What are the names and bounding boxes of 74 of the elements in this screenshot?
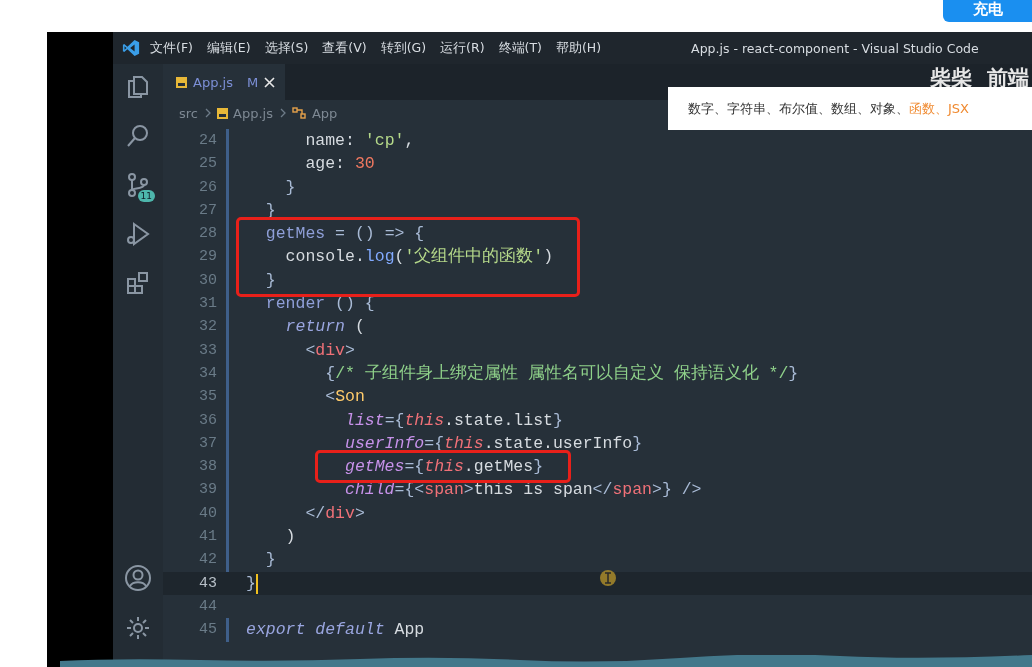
editor-tab[interactable]: App.js M [163,64,286,100]
line-number: 36 [198,410,218,431]
account-icon[interactable] [124,564,152,592]
code-line: </div> [304,502,365,525]
menu-item[interactable]: 选择(S) [264,39,309,57]
line-number: 42 [198,550,218,571]
line-number: 30 [198,270,218,291]
text-caret [255,573,258,594]
code-line: <Son [324,386,365,409]
logo-icon [122,39,140,57]
code-line: age: 30 [304,153,375,176]
menu-item[interactable]: 运行(R) [440,39,485,57]
class-icon [291,106,307,120]
line-number: 33 [198,340,218,361]
line-number: 45 [198,620,218,641]
line-number: 27 [198,200,218,221]
line-number: 29 [198,247,218,268]
code-line: } [246,572,256,595]
code-line: export default App [246,619,425,642]
tab-label: App.js [193,74,233,90]
caption-text: 数字、字符串、布尔值、数组、对象、 [688,99,909,118]
breadcrumb-item[interactable]: App.js [233,105,273,121]
code-line: return ( [284,316,365,339]
line-number: 41 [198,527,218,548]
code-line: } [264,549,276,572]
code-line: } [284,176,296,199]
search-icon[interactable] [125,123,151,149]
code-line: console.log('父组件中的函数') [284,246,554,269]
line-number: 28 [198,224,218,245]
menu-item[interactable]: 终端(T) [498,39,542,57]
chevron-icon [279,108,287,118]
line-number: 25 [198,154,218,175]
line-number: 34 [198,363,218,384]
code-line: } [264,269,276,292]
code-line: getMes={this.getMes} [344,456,544,479]
code-line: name: 'cp', [304,130,415,152]
line-number: 38 [198,457,218,478]
chevron-icon [205,108,212,118]
line-number: 31 [198,294,218,315]
modified-status: M [246,74,259,90]
code-line: getMes = () => { [264,223,425,246]
js-file-icon [176,76,187,88]
code-line: ) [284,526,296,549]
code-line: list={this.state.list} [344,409,563,432]
line-number: 39 [198,480,218,501]
menu-item[interactable]: 编辑(E) [206,39,251,57]
js-file-icon [217,107,228,119]
source-control-icon[interactable] [125,172,151,198]
line-number: 24 [198,131,218,151]
close-icon[interactable] [264,76,276,88]
files-icon[interactable] [125,74,151,100]
line-number: 35 [198,387,218,408]
breadcrumb-item[interactable]: src [179,105,198,121]
count-badge: 11 [137,190,155,202]
channel-logo: 柴柴 前端 [930,65,1029,92]
menu-item[interactable]: 帮助(H) [555,39,602,57]
caption-highlight: 函数、JSX [909,99,969,118]
menu-item[interactable]: 文件(F) [150,39,193,57]
code-line: child={<span>this is span</span>} /> [344,479,702,502]
line-number: 26 [198,177,218,198]
line-number: 40 [198,503,218,524]
window-title: App.js - react-component - Visual Studio Code [691,40,979,56]
menu-item[interactable]: 转到(G) [380,39,427,57]
breadcrumb-item[interactable]: App [311,105,338,121]
menu-item[interactable]: 查看(V) [322,39,367,57]
line-number: 43 [198,573,218,594]
line-number: 44 [198,596,218,617]
line-number: 32 [198,317,218,338]
run-debug-icon[interactable] [125,221,151,247]
line-number: 37 [198,433,218,454]
code-line: {/* 子组件身上绑定属性 属性名可以自定义 保持语义化 */} [324,362,799,385]
settings-icon[interactable] [125,615,151,641]
code-line: <div> [304,339,355,362]
extensions-icon[interactable] [125,270,151,296]
